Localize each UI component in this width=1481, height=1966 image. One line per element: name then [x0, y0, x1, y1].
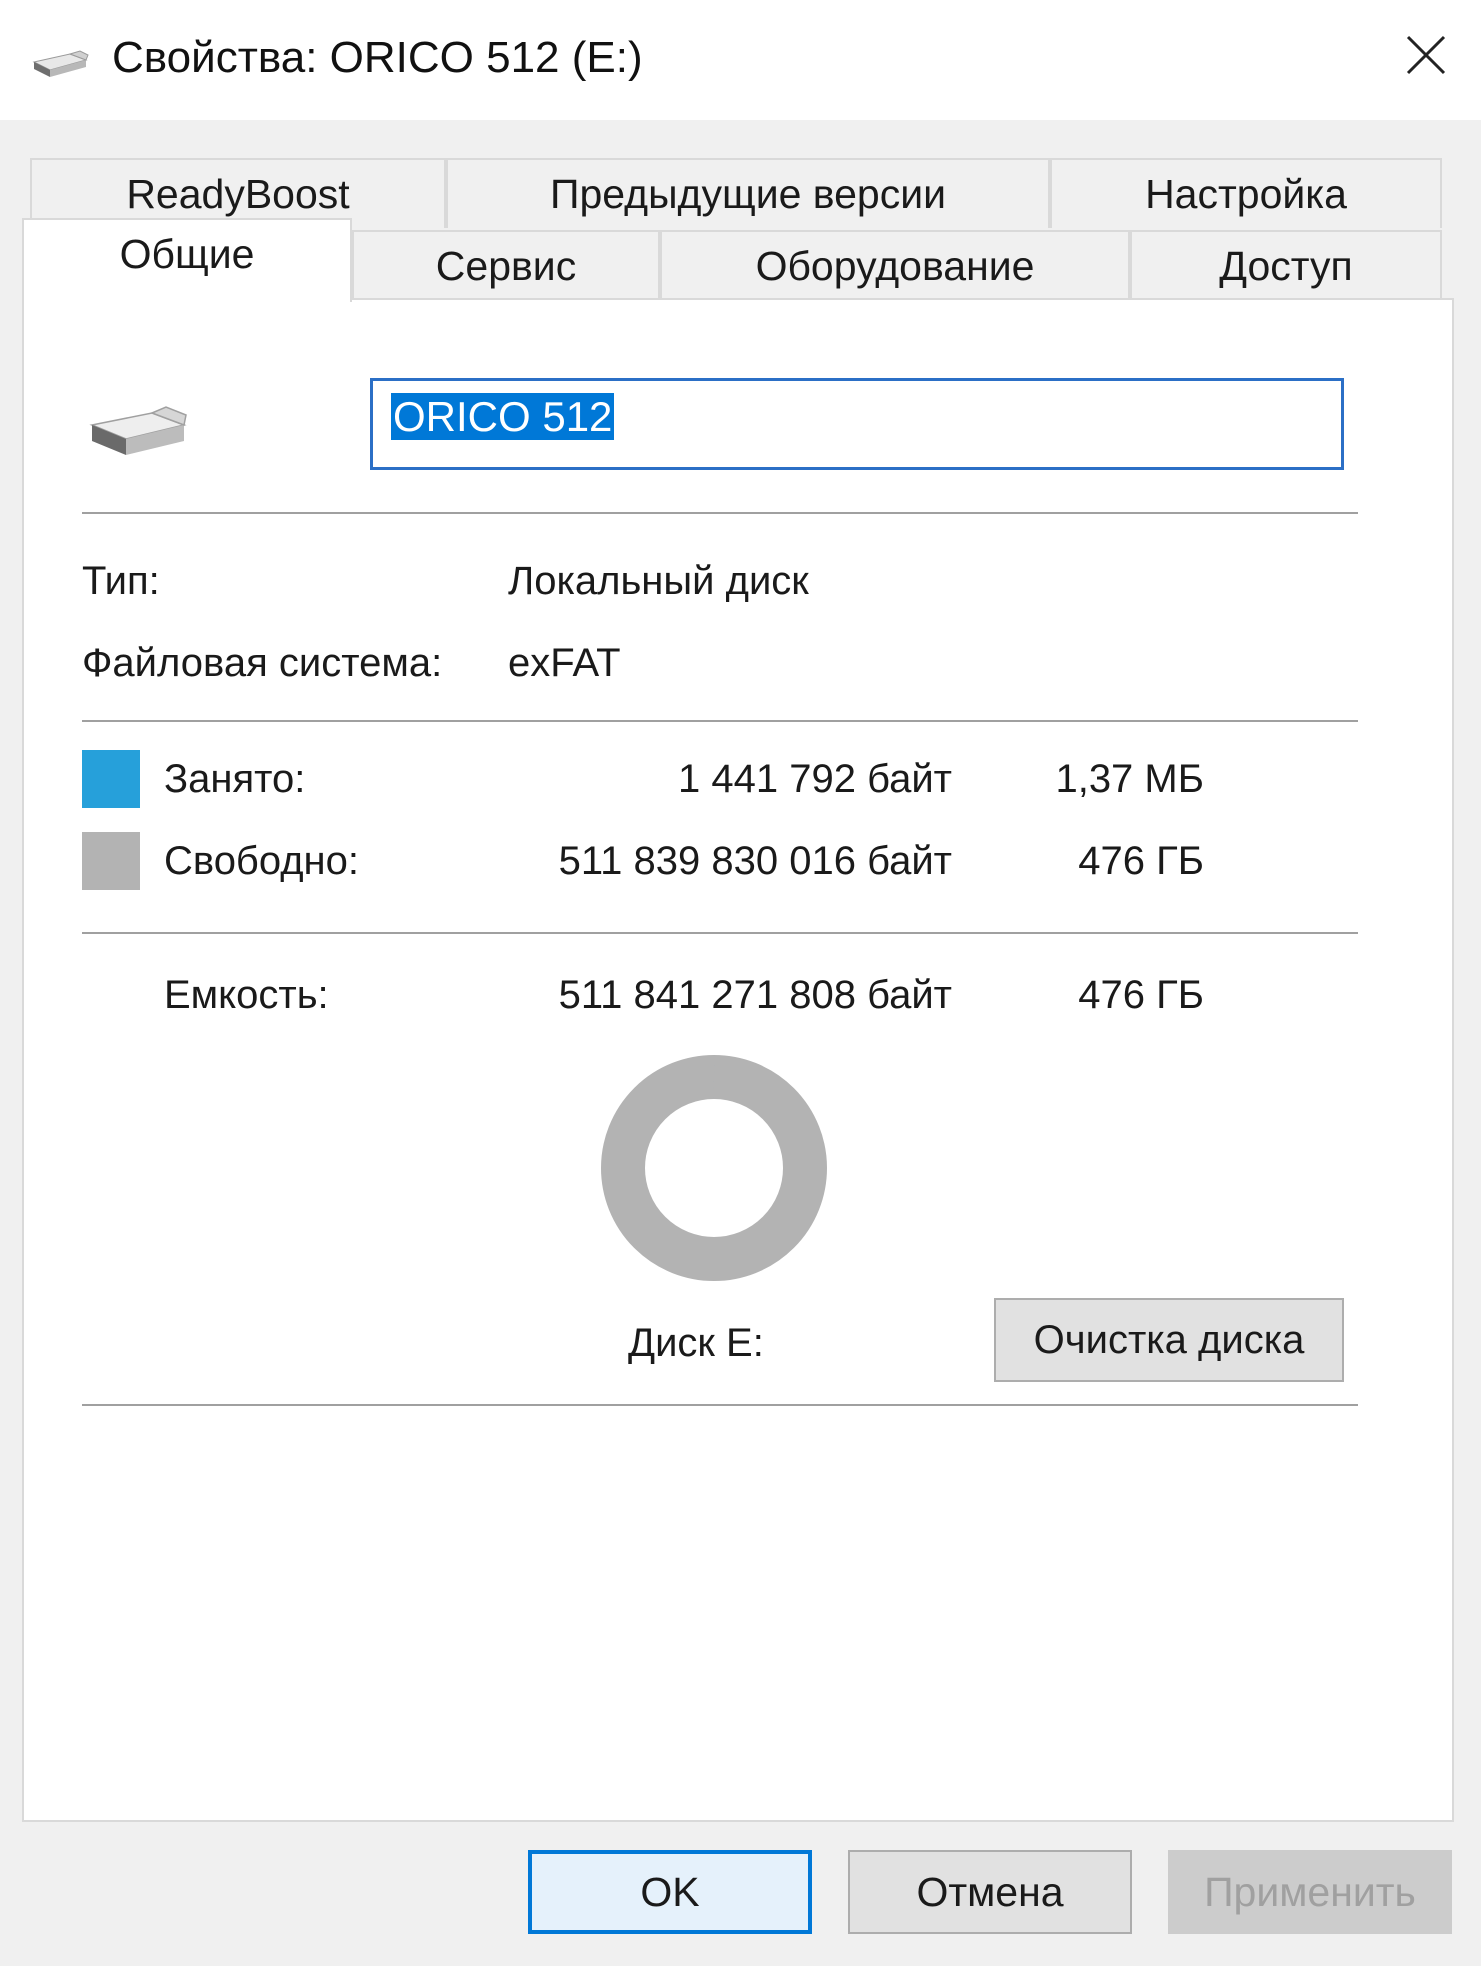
disk-cleanup-button[interactable]: Очистка диска — [994, 1298, 1344, 1382]
tab-customize[interactable]: Настройка — [1050, 158, 1442, 228]
free-bytes: 511 839 830 016 байт — [558, 839, 952, 883]
disk-label: Диск E: — [628, 1321, 764, 1365]
separator — [82, 932, 1358, 934]
usb-drive-icon — [32, 50, 89, 77]
capacity-bytes: 511 841 271 808 байт — [558, 973, 952, 1017]
drive-name-selection: ORICO 512 — [391, 393, 615, 440]
tab-tools[interactable]: Сервис — [352, 230, 660, 300]
close-icon — [1406, 35, 1446, 75]
type-label: Тип: — [82, 559, 160, 603]
tab-general[interactable]: Общие — [22, 218, 352, 302]
separator — [82, 512, 1358, 514]
tab-sharing[interactable]: Доступ — [1130, 230, 1442, 300]
ok-button[interactable]: OK — [528, 1850, 812, 1934]
tab-previous-versions[interactable]: Предыдущие версии — [446, 158, 1050, 228]
capacity-label: Емкость: — [164, 973, 329, 1017]
title-bar: Свойства: ORICO 512 (E:) — [0, 0, 1481, 120]
apply-button: Применить — [1168, 1850, 1452, 1934]
properties-window: Свойства: ORICO 512 (E:) ReadyBoost Пред… — [0, 0, 1481, 1966]
free-size: 476 ГБ — [1078, 839, 1204, 883]
used-bytes: 1 441 792 байт — [678, 757, 952, 801]
free-space-ring — [601, 1055, 827, 1281]
filesystem-label: Файловая система: — [82, 641, 443, 685]
cancel-button[interactable]: Отмена — [848, 1850, 1132, 1934]
drive-name-input[interactable]: ORICO 512 — [370, 378, 1344, 470]
tab-hardware[interactable]: Оборудование — [660, 230, 1130, 300]
general-panel: ORICO 512 Тип: Локальный диск Файловая с… — [22, 298, 1454, 1822]
separator — [82, 720, 1358, 722]
type-value: Локальный диск — [508, 559, 809, 603]
free-label: Свободно: — [164, 839, 359, 883]
disk-usage-donut — [601, 1055, 827, 1281]
filesystem-value: exFAT — [508, 641, 621, 685]
used-size: 1,37 МБ — [1055, 757, 1204, 801]
separator — [82, 1404, 1358, 1406]
free-space-swatch — [82, 832, 140, 890]
used-space-swatch — [82, 750, 140, 808]
used-label: Занято: — [164, 757, 306, 801]
capacity-size: 476 ГБ — [1078, 973, 1204, 1017]
window-title: Свойства: ORICO 512 (E:) — [112, 33, 643, 82]
usb-drive-icon — [89, 406, 187, 455]
close-button[interactable] — [1371, 0, 1481, 110]
